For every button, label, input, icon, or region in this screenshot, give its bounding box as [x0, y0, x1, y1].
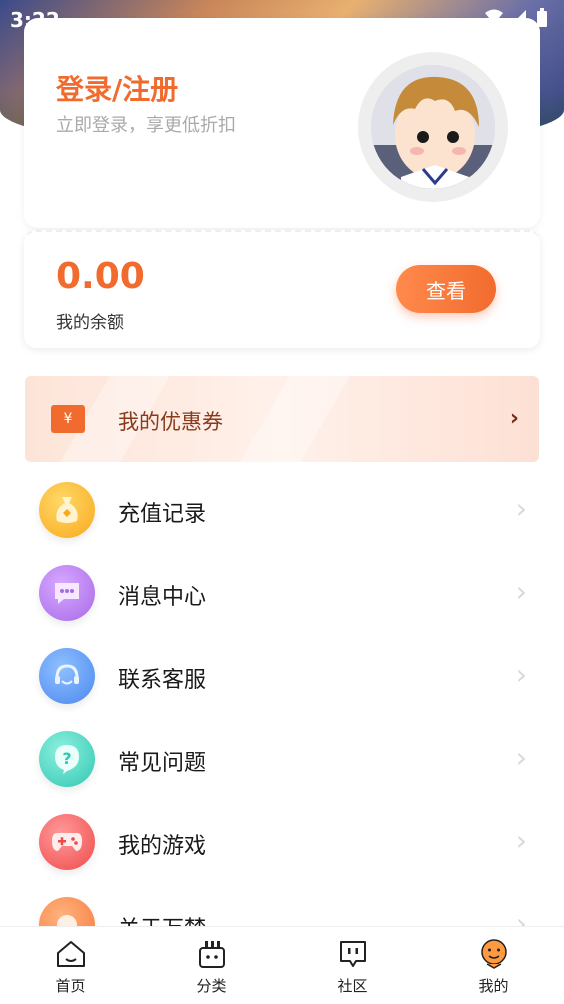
menu-item-message-center[interactable]: 消息中心 › [25, 551, 539, 634]
login-subtitle: 立即登录，享更低折扣 [56, 115, 236, 136]
avatar[interactable] [358, 52, 508, 202]
gamepad-icon [39, 814, 95, 870]
menu-item-recharge-records[interactable]: 充值记录 › [25, 468, 539, 551]
nav-tab-profile[interactable]: 我的 [423, 927, 564, 1004]
status-bar: 3:22 [0, 0, 564, 36]
nav-label: 社区 [337, 977, 368, 995]
chevron-right-icon: › [515, 492, 527, 525]
chevron-right-icon: › [515, 575, 527, 608]
balance-label: 我的余额 [56, 313, 124, 333]
category-icon [195, 937, 229, 971]
balance-card: 0.00 我的余额 查看 [24, 230, 540, 348]
chevron-right-icon: › [515, 824, 527, 857]
signal-icon [510, 8, 528, 26]
profile-icon [477, 937, 511, 971]
nav-tab-home[interactable]: 首页 [0, 927, 141, 1004]
coupon-decoration [240, 376, 350, 462]
nav-tab-community[interactable]: 社区 [282, 927, 423, 1004]
status-icons [484, 8, 554, 27]
menu-label: 联系客服 [118, 668, 207, 693]
coupon-icon: ¥ [51, 405, 85, 433]
message-icon [39, 565, 95, 621]
login-register-link[interactable]: 登录/注册 [56, 68, 178, 108]
bottom-nav: 首页 分类 社区 我的 [0, 926, 564, 1004]
coupon-label: 我的优惠券 [118, 410, 223, 434]
battery-icon [536, 8, 554, 27]
view-balance-button[interactable]: 查看 [396, 265, 496, 313]
coupon-row[interactable]: ¥ 我的优惠券 › [25, 376, 539, 462]
home-icon [54, 937, 88, 971]
nav-tab-category[interactable]: 分类 [141, 927, 282, 1004]
menu-item-contact-support[interactable]: 联系客服 › [25, 634, 539, 717]
status-time: 3:22 [10, 8, 60, 32]
chevron-right-icon: › [515, 658, 527, 691]
wifi-icon [484, 8, 503, 26]
menu-label: 我的游戏 [118, 834, 207, 859]
menu-label: 充值记录 [118, 502, 207, 527]
community-icon [336, 937, 370, 971]
nav-label: 分类 [196, 977, 227, 995]
profile-card[interactable]: 登录/注册 立即登录，享更低折扣 [24, 18, 540, 228]
avatar-image [371, 65, 495, 189]
money-bag-icon [39, 482, 95, 538]
menu-label: 常见问题 [118, 751, 207, 776]
menu-item-my-games[interactable]: 我的游戏 › [25, 800, 539, 883]
menu-item-faq[interactable]: ? 常见问题 › [25, 717, 539, 800]
question-icon: ? [39, 731, 95, 787]
chevron-right-icon: › [509, 406, 519, 431]
headset-icon [39, 648, 95, 704]
nav-label: 我的 [478, 977, 509, 995]
menu-label: 消息中心 [118, 585, 207, 610]
svg-text:?: ? [62, 749, 71, 768]
balance-amount: 0.00 [56, 256, 145, 297]
chevron-right-icon: › [515, 741, 527, 774]
nav-label: 首页 [55, 977, 86, 995]
